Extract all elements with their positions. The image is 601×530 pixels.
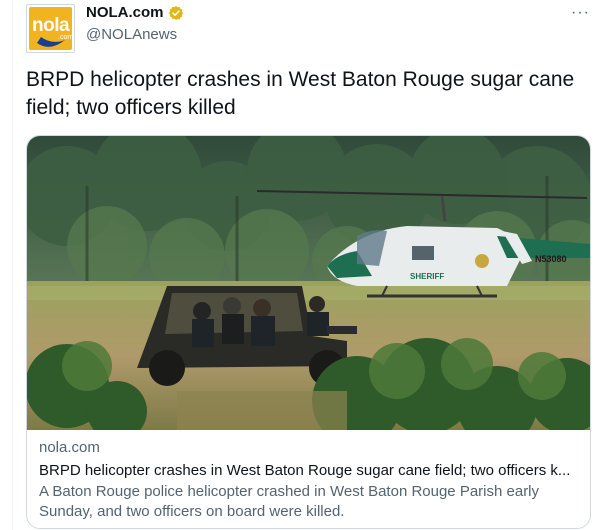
card-domain[interactable]: nola.com	[39, 438, 584, 458]
card-meta: nola.com BRPD helicopter crashes in West…	[39, 438, 584, 522]
avatar-wordmark-sub: .com	[58, 34, 74, 41]
card-description[interactable]: A Baton Rouge police helicopter crashed …	[39, 482, 579, 522]
link-preview-card[interactable]: SHERIFF N53080 nola.com BRPD helicopter …	[26, 135, 591, 529]
author-name-row: NOLA.com	[86, 4, 184, 21]
more-options-icon[interactable]: ···	[571, 4, 590, 22]
thread-divider	[12, 0, 13, 530]
card-image[interactable]: SHERIFF N53080	[27, 136, 590, 430]
helicopter-tail-number: N53080	[535, 254, 567, 264]
card-photo: SHERIFF N53080	[27, 136, 590, 430]
verified-badge-icon[interactable]	[168, 5, 184, 21]
helicopter-sheriff-label: SHERIFF	[410, 272, 444, 281]
tweet-text: BRPD helicopter crashes in West Baton Ro…	[26, 68, 575, 119]
author-handle[interactable]: @NOLAnews	[86, 26, 177, 43]
author-display-name[interactable]: NOLA.com	[86, 4, 164, 21]
avatar[interactable]: nola .com	[26, 4, 75, 53]
avatar-logo: nola .com	[29, 7, 74, 50]
card-title[interactable]: BRPD helicopter crashes in West Baton Ro…	[39, 461, 581, 481]
